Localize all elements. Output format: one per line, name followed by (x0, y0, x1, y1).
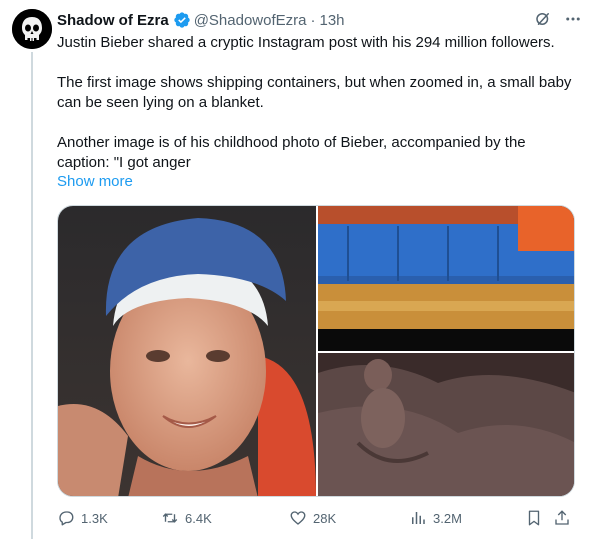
bookmark-button[interactable] (525, 509, 543, 527)
bookmark-icon (528, 510, 540, 526)
verified-badge-icon (174, 12, 190, 28)
childhood-photo[interactable] (58, 206, 316, 496)
thread-line (31, 52, 33, 539)
tweet-paragraph: The first image shows shipping container… (57, 74, 572, 111)
share-button[interactable] (553, 509, 571, 527)
display-name[interactable]: Shadow of Ezra (57, 12, 169, 29)
shipping-containers-photo[interactable] (318, 206, 574, 351)
views-button[interactable]: 3.2M (409, 509, 462, 527)
timestamp[interactable]: 13h (319, 12, 344, 29)
more-icon[interactable] (564, 10, 582, 28)
avatar[interactable] (12, 9, 52, 49)
reply-button[interactable]: 1.3K (57, 509, 108, 527)
show-more-link[interactable]: Show more (57, 172, 133, 192)
grok-icon[interactable] (534, 10, 552, 28)
tweet-header: Shadow of Ezra @ShadowofEzra · 13h (57, 10, 345, 30)
reply-count: 1.3K (81, 510, 108, 526)
tweet-paragraph: Justin Bieber shared a cryptic Instagram… (57, 34, 555, 51)
author-handle[interactable]: @ShadowofEzra (194, 12, 307, 29)
heart-icon (290, 511, 306, 525)
repost-icon (162, 513, 178, 523)
media-grid (57, 205, 575, 497)
views-chart-icon (412, 512, 425, 524)
share-icon (555, 510, 569, 525)
baby-on-blanket-photo[interactable] (318, 353, 574, 496)
tweet[interactable]: Shadow of Ezra @ShadowofEzra · 13h Justi… (0, 0, 596, 539)
views-count: 3.2M (433, 510, 462, 526)
reply-icon (59, 511, 74, 526)
repost-count: 6.4K (185, 510, 212, 526)
like-button[interactable]: 28K (289, 509, 336, 527)
action-bar: 1.3K 6.4K 28K 3.2M (57, 509, 577, 529)
repost-button[interactable]: 6.4K (161, 509, 212, 527)
like-count: 28K (313, 510, 337, 526)
punisher-skull-icon (12, 9, 52, 49)
separator-dot: · (310, 11, 316, 29)
header-icons (534, 10, 582, 28)
tweet-paragraph: Another image is of his childhood photo … (57, 134, 526, 171)
tweet-text: Justin Bieber shared a cryptic Instagram… (57, 33, 577, 173)
